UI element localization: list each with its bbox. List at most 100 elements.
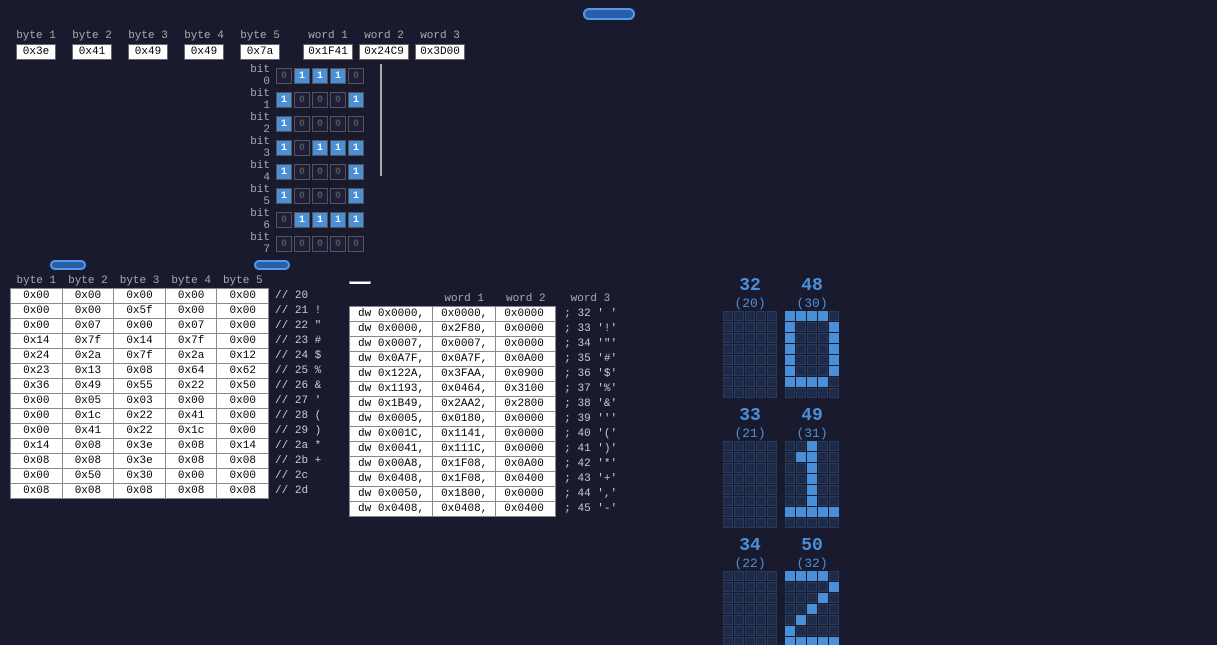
input-cell-9-0[interactable]: 0x00 bbox=[11, 424, 63, 439]
input-cell-1-0[interactable]: 0x00 bbox=[11, 304, 63, 319]
bit-cell-3-2[interactable]: 1 bbox=[312, 140, 328, 156]
input-cell-2-0[interactable]: 0x00 bbox=[11, 319, 63, 334]
input-cell-7-2[interactable]: 0x03 bbox=[114, 394, 166, 409]
input-cell-9-4[interactable]: 0x00 bbox=[217, 424, 269, 439]
input-cell-12-2[interactable]: 0x30 bbox=[114, 469, 166, 484]
bit-cell-4-2[interactable]: 0 bbox=[312, 164, 328, 180]
input-cell-9-1[interactable]: 0x41 bbox=[62, 424, 114, 439]
input-cell-2-2[interactable]: 0x00 bbox=[114, 319, 166, 334]
bit-cell-1-3[interactable]: 0 bbox=[330, 92, 346, 108]
input-cell-11-4[interactable]: 0x08 bbox=[217, 454, 269, 469]
bit-cell-6-0[interactable]: 0 bbox=[276, 212, 292, 228]
bit-cell-7-1[interactable]: 0 bbox=[294, 236, 310, 252]
input-cell-12-1[interactable]: 0x50 bbox=[62, 469, 114, 484]
byte-value-0[interactable]: 0x3e bbox=[16, 44, 56, 60]
bit-cell-3-3[interactable]: 1 bbox=[330, 140, 346, 156]
input-cell-13-1[interactable]: 0x08 bbox=[62, 484, 114, 499]
input-cell-6-2[interactable]: 0x55 bbox=[114, 379, 166, 394]
input-cell-4-0[interactable]: 0x24 bbox=[11, 349, 63, 364]
bit-cell-1-4[interactable]: 1 bbox=[348, 92, 364, 108]
input-cell-9-3[interactable]: 0x1c bbox=[165, 424, 217, 439]
bit-cell-1-2[interactable]: 0 bbox=[312, 92, 328, 108]
byte-value-1[interactable]: 0x41 bbox=[72, 44, 112, 60]
input-cell-5-0[interactable]: 0x23 bbox=[11, 364, 63, 379]
input-cell-9-2[interactable]: 0x22 bbox=[114, 424, 166, 439]
word-value-0[interactable]: 0x1F41 bbox=[303, 44, 353, 60]
bit-cell-3-0[interactable]: 1 bbox=[276, 140, 292, 156]
input-cell-4-3[interactable]: 0x2a bbox=[165, 349, 217, 364]
input-cell-7-4[interactable]: 0x00 bbox=[217, 394, 269, 409]
byte-value-4[interactable]: 0x7a bbox=[240, 44, 280, 60]
bit-cell-5-4[interactable]: 1 bbox=[348, 188, 364, 204]
input-cell-11-1[interactable]: 0x08 bbox=[62, 454, 114, 469]
input-cell-4-4[interactable]: 0x12 bbox=[217, 349, 269, 364]
bit-cell-2-1[interactable]: 0 bbox=[294, 116, 310, 132]
input-cell-8-1[interactable]: 0x1c bbox=[62, 409, 114, 424]
bit-cell-7-2[interactable]: 0 bbox=[312, 236, 328, 252]
input-cell-1-3[interactable]: 0x00 bbox=[165, 304, 217, 319]
bit-cell-5-2[interactable]: 0 bbox=[312, 188, 328, 204]
bit-cell-2-4[interactable]: 0 bbox=[348, 116, 364, 132]
input-cell-5-2[interactable]: 0x08 bbox=[114, 364, 166, 379]
input-cell-0-3[interactable]: 0x00 bbox=[165, 289, 217, 304]
bit-cell-0-1[interactable]: 1 bbox=[294, 68, 310, 84]
input-cell-6-0[interactable]: 0x36 bbox=[11, 379, 63, 394]
bit-cell-7-4[interactable]: 0 bbox=[348, 236, 364, 252]
bit-cell-2-3[interactable]: 0 bbox=[330, 116, 346, 132]
bit-cell-4-4[interactable]: 1 bbox=[348, 164, 364, 180]
input-cell-13-0[interactable]: 0x08 bbox=[11, 484, 63, 499]
input-cell-1-1[interactable]: 0x00 bbox=[62, 304, 114, 319]
input-cell-4-2[interactable]: 0x7f bbox=[114, 349, 166, 364]
input-cell-7-3[interactable]: 0x00 bbox=[165, 394, 217, 409]
bit-cell-2-0[interactable]: 1 bbox=[276, 116, 292, 132]
bit-cell-6-3[interactable]: 1 bbox=[330, 212, 346, 228]
bit-cell-6-2[interactable]: 1 bbox=[312, 212, 328, 228]
bit-cell-4-1[interactable]: 0 bbox=[294, 164, 310, 180]
asm-tab[interactable] bbox=[349, 281, 371, 284]
bit-cell-0-4[interactable]: 0 bbox=[348, 68, 364, 84]
input-cell-12-0[interactable]: 0x00 bbox=[11, 469, 63, 484]
bit-cell-7-0[interactable]: 0 bbox=[276, 236, 292, 252]
input-cell-0-0[interactable]: 0x00 bbox=[11, 289, 63, 304]
input-cell-0-4[interactable]: 0x00 bbox=[217, 289, 269, 304]
input-cell-6-3[interactable]: 0x22 bbox=[165, 379, 217, 394]
input-cell-10-3[interactable]: 0x08 bbox=[165, 439, 217, 454]
input-cell-8-0[interactable]: 0x00 bbox=[11, 409, 63, 424]
bit-cell-5-0[interactable]: 1 bbox=[276, 188, 292, 204]
bit-cell-1-0[interactable]: 1 bbox=[276, 92, 292, 108]
bit-cell-5-3[interactable]: 0 bbox=[330, 188, 346, 204]
input-cell-13-2[interactable]: 0x08 bbox=[114, 484, 166, 499]
input-cell-11-3[interactable]: 0x08 bbox=[165, 454, 217, 469]
input-cell-1-2[interactable]: 0x5f bbox=[114, 304, 166, 319]
input-cell-8-3[interactable]: 0x41 bbox=[165, 409, 217, 424]
bit-cell-6-4[interactable]: 1 bbox=[348, 212, 364, 228]
input-cell-3-3[interactable]: 0x7f bbox=[165, 334, 217, 349]
input-cell-2-1[interactable]: 0x07 bbox=[62, 319, 114, 334]
input-cell-5-4[interactable]: 0x62 bbox=[217, 364, 269, 379]
input-cell-1-4[interactable]: 0x00 bbox=[217, 304, 269, 319]
input-cell-10-4[interactable]: 0x14 bbox=[217, 439, 269, 454]
input-cell-13-4[interactable]: 0x08 bbox=[217, 484, 269, 499]
bit-cell-1-1[interactable]: 0 bbox=[294, 92, 310, 108]
input-cell-13-3[interactable]: 0x08 bbox=[165, 484, 217, 499]
input-cell-11-2[interactable]: 0x3e bbox=[114, 454, 166, 469]
input-cell-8-4[interactable]: 0x00 bbox=[217, 409, 269, 424]
output-section[interactable]: word 1word 2word 3 dw 0x0000,0x0000,0x00… bbox=[339, 272, 719, 645]
bit-cell-7-3[interactable]: 0 bbox=[330, 236, 346, 252]
word-value-1[interactable]: 0x24C9 bbox=[359, 44, 409, 60]
input-section[interactable]: byte 1byte 2byte 3byte 4byte 5 0x000x000… bbox=[0, 272, 339, 645]
bit-cell-0-0[interactable]: 0 bbox=[276, 68, 292, 84]
input-cell-2-3[interactable]: 0x07 bbox=[165, 319, 217, 334]
bit-cell-4-0[interactable]: 1 bbox=[276, 164, 292, 180]
input-cell-2-4[interactable]: 0x00 bbox=[217, 319, 269, 334]
input-cell-5-3[interactable]: 0x64 bbox=[165, 364, 217, 379]
input-cell-3-1[interactable]: 0x7f bbox=[62, 334, 114, 349]
input-cell-10-1[interactable]: 0x08 bbox=[62, 439, 114, 454]
bit-cell-4-3[interactable]: 0 bbox=[330, 164, 346, 180]
input-cell-12-4[interactable]: 0x00 bbox=[217, 469, 269, 484]
input-cell-3-2[interactable]: 0x14 bbox=[114, 334, 166, 349]
byte-value-2[interactable]: 0x49 bbox=[128, 44, 168, 60]
bit-cell-3-4[interactable]: 1 bbox=[348, 140, 364, 156]
input-cell-5-1[interactable]: 0x13 bbox=[62, 364, 114, 379]
bit-cell-6-1[interactable]: 1 bbox=[294, 212, 310, 228]
